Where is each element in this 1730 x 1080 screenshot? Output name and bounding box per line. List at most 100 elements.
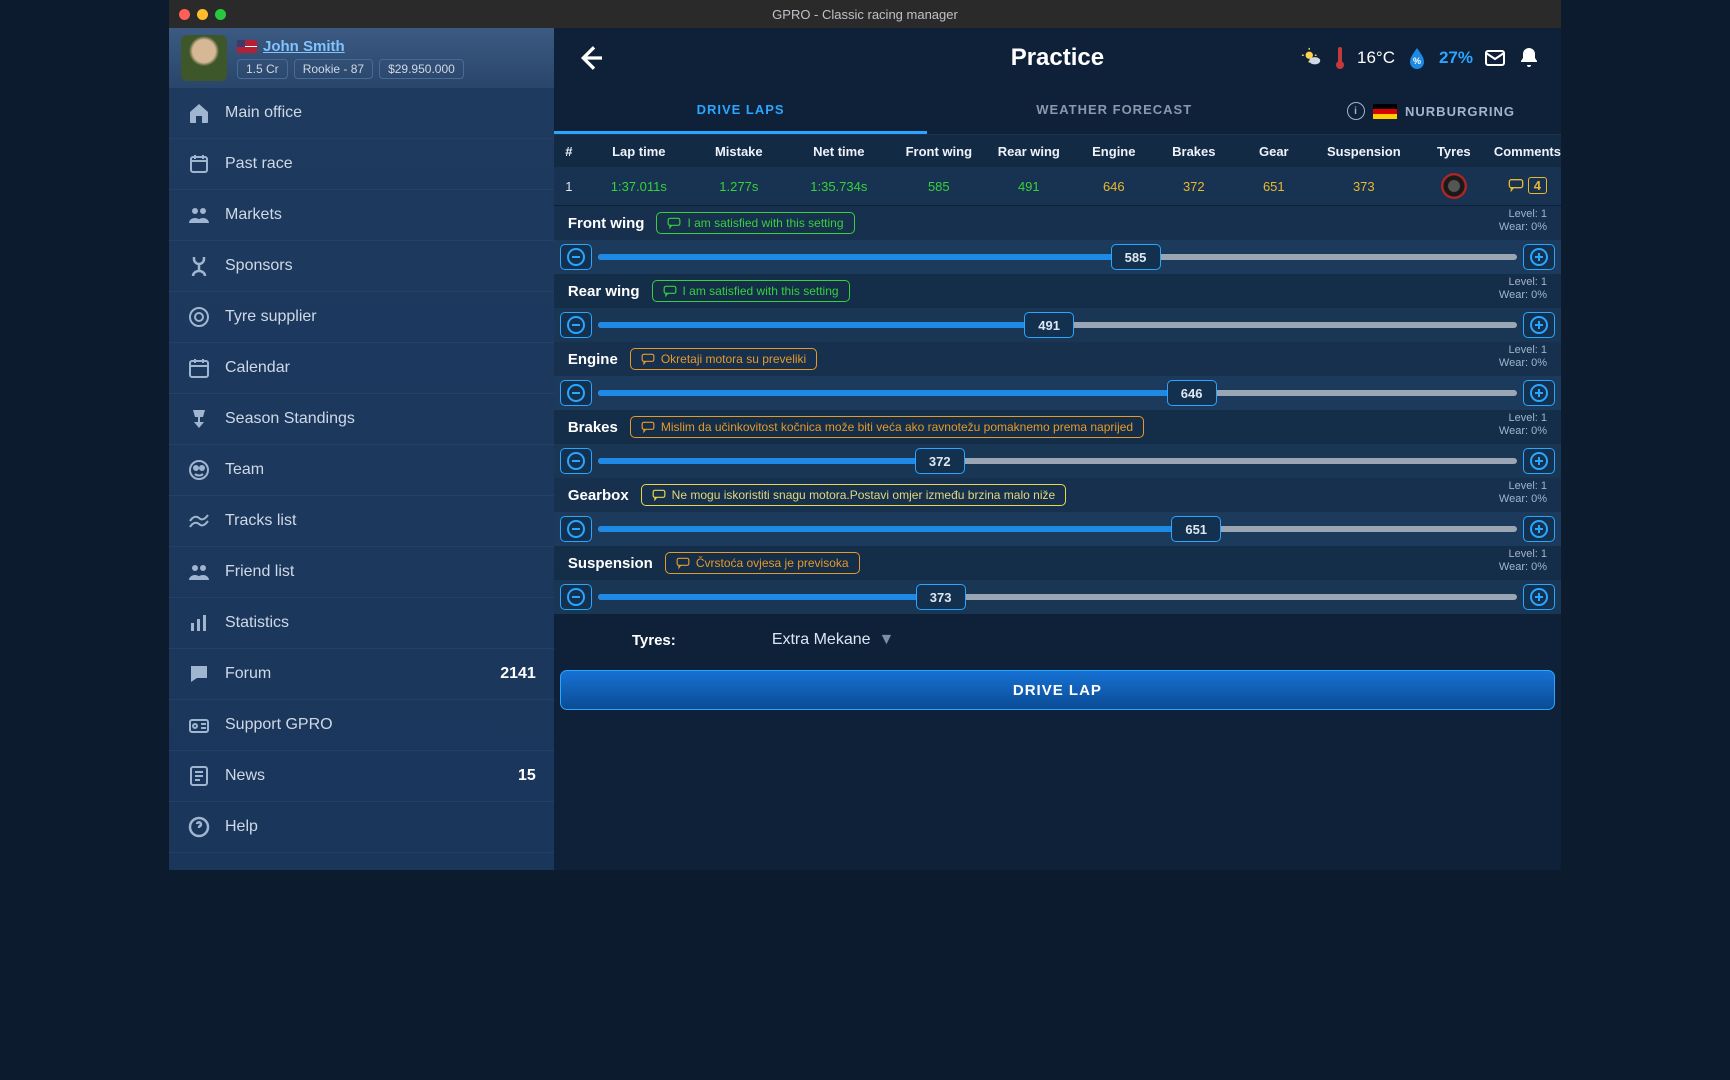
slider-track[interactable]: 491 — [598, 322, 1517, 328]
setting-name: Rear wing — [568, 283, 640, 300]
increment-button[interactable] — [1523, 448, 1555, 474]
slider-track[interactable]: 373 — [598, 594, 1517, 600]
table-row[interactable]: 1 1:37.011s 1.277s 1:35.734s 585 491 646… — [554, 167, 1561, 206]
tyre-icon — [1441, 173, 1467, 199]
nav-icon — [187, 815, 211, 839]
setting-engine: EngineOkretaji motora su prevelikiLevel:… — [554, 342, 1561, 410]
tab-drive-laps[interactable]: DRIVE LAPS — [554, 88, 928, 134]
sidebar-item-past-race[interactable]: Past race — [169, 139, 554, 190]
setting-meta: Level: 1Wear: 0% — [1499, 548, 1547, 574]
drive-lap-button[interactable]: DRIVE LAP — [560, 670, 1555, 710]
slider-track[interactable]: 585 — [598, 254, 1517, 260]
cell-rw: 491 — [984, 179, 1074, 194]
feedback-pill: I am satisfied with this setting — [652, 280, 850, 302]
cell-number: 1 — [554, 179, 584, 194]
col-tyres: Tyres — [1414, 144, 1494, 159]
track-info[interactable]: i NURBURGRING — [1301, 88, 1561, 134]
col-mistake: Mistake — [694, 144, 784, 159]
setting-name: Gearbox — [568, 487, 629, 504]
sidebar-item-help[interactable]: Help — [169, 802, 554, 853]
col-laptime: Lap time — [584, 144, 694, 159]
slider-thumb[interactable]: 372 — [915, 448, 965, 474]
sidebar-item-news[interactable]: News15 — [169, 751, 554, 802]
cell-mistake: 1.277s — [694, 179, 784, 194]
setting-brakes: BrakesMislim da učinkovitost kočnica mož… — [554, 410, 1561, 478]
tab-bar: DRIVE LAPS WEATHER FORECAST i NURBURGRIN… — [554, 88, 1561, 135]
increment-button[interactable] — [1523, 312, 1555, 338]
sidebar-item-label: Help — [225, 818, 258, 836]
comment-icon — [676, 557, 690, 569]
nav-icon — [187, 662, 211, 686]
setting-name: Engine — [568, 351, 618, 368]
sidebar-item-calendar[interactable]: Calendar — [169, 343, 554, 394]
thermometer-icon — [1333, 46, 1347, 70]
flag-de-icon — [1373, 104, 1397, 119]
tab-weather-forecast[interactable]: WEATHER FORECAST — [927, 88, 1301, 134]
sidebar-item-main-office[interactable]: Main office — [169, 88, 554, 139]
sidebar-item-sponsors[interactable]: Sponsors — [169, 241, 554, 292]
svg-text:%: % — [1413, 56, 1421, 66]
profile-name[interactable]: John Smith — [263, 38, 345, 55]
increment-button[interactable] — [1523, 516, 1555, 542]
table-header: # Lap time Mistake Net time Front wing R… — [554, 135, 1561, 167]
sidebar-item-label: Main office — [225, 104, 302, 122]
col-engine: Engine — [1074, 144, 1154, 159]
slider-track[interactable]: 646 — [598, 390, 1517, 396]
cell-laptime: 1:37.011s — [584, 179, 694, 194]
sidebar-item-season-standings[interactable]: Season Standings — [169, 394, 554, 445]
feedback-text: I am satisfied with this setting — [687, 216, 843, 230]
sidebar-item-tyre-supplier[interactable]: Tyre supplier — [169, 292, 554, 343]
cell-brakes: 372 — [1154, 179, 1234, 194]
bell-icon[interactable] — [1517, 46, 1541, 70]
slider-track[interactable]: 372 — [598, 458, 1517, 464]
sidebar-item-support-gpro[interactable]: Support GPRO — [169, 700, 554, 751]
nav-icon — [187, 152, 211, 176]
slider-thumb[interactable]: 585 — [1111, 244, 1161, 270]
increment-button[interactable] — [1523, 584, 1555, 610]
decrement-button[interactable] — [560, 380, 592, 406]
slider-thumb[interactable]: 491 — [1024, 312, 1074, 338]
sidebar-item-forum[interactable]: Forum2141 — [169, 649, 554, 700]
setting-meta: Level: 1Wear: 0% — [1499, 276, 1547, 302]
col-rearwing: Rear wing — [984, 144, 1074, 159]
cell-comments[interactable]: 4 — [1494, 177, 1561, 196]
sidebar-item-label: Team — [225, 461, 264, 479]
decrement-button[interactable] — [560, 584, 592, 610]
slider-thumb[interactable]: 646 — [1167, 380, 1217, 406]
setting-gearbox: Gearbox Ne mogu iskoristiti snagu motora.… — [554, 478, 1561, 546]
sidebar-item-label: Sponsors — [225, 257, 293, 275]
sidebar-item-team[interactable]: Team — [169, 445, 554, 496]
sidebar-item-label: Tracks list — [225, 512, 296, 530]
feedback-pill: Okretaji motora su preveliki — [630, 348, 817, 370]
chevron-down-icon: ▼ — [879, 631, 895, 649]
decrement-button[interactable] — [560, 244, 592, 270]
mail-icon[interactable] — [1483, 46, 1507, 70]
decrement-button[interactable] — [560, 516, 592, 542]
feedback-text: Ne mogu iskoristiti snagu motora.Postavi… — [672, 488, 1056, 502]
decrement-button[interactable] — [560, 448, 592, 474]
slider-thumb[interactable]: 373 — [916, 584, 966, 610]
sidebar-item-label: Statistics — [225, 614, 289, 632]
profile-card[interactable]: John Smith 1.5 Cr Rookie - 87 $29.950.00… — [169, 28, 554, 88]
sidebar-item-markets[interactable]: Markets — [169, 190, 554, 241]
feedback-text: Čvrstoća ovjesa je previsoka — [696, 556, 849, 570]
increment-button[interactable] — [1523, 380, 1555, 406]
slider-thumb[interactable]: 651 — [1171, 516, 1221, 542]
nav-icon — [187, 611, 211, 635]
nav-icon — [187, 203, 211, 227]
sidebar-item-label: Friend list — [225, 563, 294, 581]
slider-track[interactable]: 651 — [598, 526, 1517, 532]
decrement-button[interactable] — [560, 312, 592, 338]
tyres-label: Tyres: — [554, 632, 754, 649]
sidebar-item-statistics[interactable]: Statistics — [169, 598, 554, 649]
setting-rear-wing: Rear wing I am satisfied with this settin… — [554, 274, 1561, 342]
nav-icon — [187, 458, 211, 482]
tyres-row: Tyres: Extra Mekane ▼ — [554, 614, 1561, 666]
sidebar-item-friend-list[interactable]: Friend list — [169, 547, 554, 598]
sidebar-item-tracks-list[interactable]: Tracks list — [169, 496, 554, 547]
increment-button[interactable] — [1523, 244, 1555, 270]
tyres-select[interactable]: Extra Mekane ▼ — [754, 614, 1561, 666]
cell-suspension: 373 — [1314, 179, 1414, 194]
sidebar-item-label: Markets — [225, 206, 282, 224]
chip-league: Rookie - 87 — [294, 59, 373, 79]
